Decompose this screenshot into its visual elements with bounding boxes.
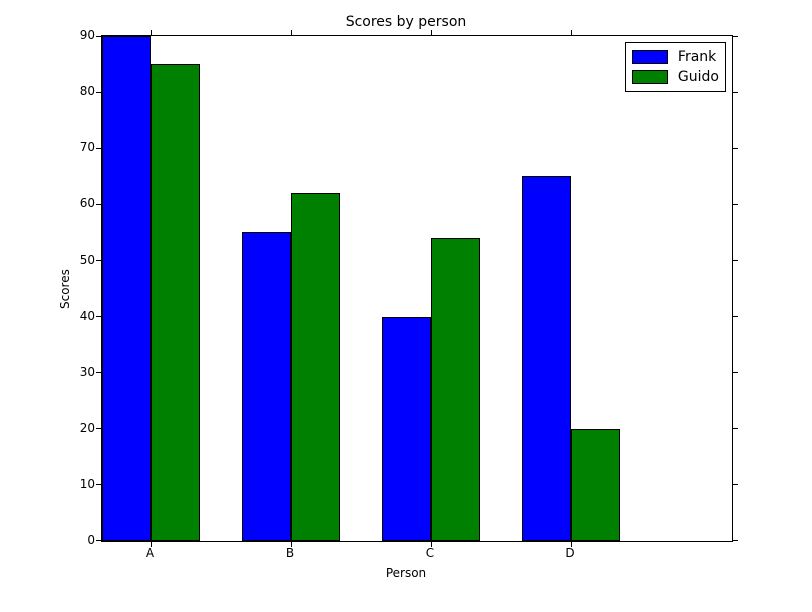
y-tick	[732, 428, 738, 429]
x-tick	[431, 30, 432, 36]
bar-frank-b	[242, 232, 291, 541]
x-tick	[571, 30, 572, 36]
y-tick-label: 50	[55, 253, 95, 267]
y-tick-label: 30	[55, 365, 95, 379]
y-tick-label: 0	[55, 533, 95, 547]
legend-swatch-guido	[632, 70, 668, 84]
legend-item-frank: Frank	[632, 47, 719, 67]
plot-area: Frank Guido	[101, 35, 733, 542]
bar-guido-d	[571, 429, 620, 541]
x-tick	[151, 30, 152, 36]
x-tick	[291, 30, 292, 36]
bar-frank-a	[102, 36, 151, 541]
legend-label: Frank	[678, 49, 716, 65]
y-tick	[732, 484, 738, 485]
y-tick	[732, 92, 738, 93]
x-tick-label: A	[120, 546, 180, 560]
y-axis-label: Scores	[58, 269, 72, 309]
bar-frank-c	[382, 317, 431, 541]
legend: Frank Guido	[625, 42, 726, 92]
x-tick-label: B	[260, 546, 320, 560]
y-tick-label: 10	[55, 477, 95, 491]
x-tick-label: C	[400, 546, 460, 560]
y-tick-label: 90	[55, 28, 95, 42]
y-tick-label: 80	[55, 84, 95, 98]
y-tick-label: 20	[55, 421, 95, 435]
y-tick	[732, 540, 738, 541]
bar-guido-c	[431, 238, 480, 541]
chart-title: Scores by person	[0, 14, 812, 30]
bar-frank-d	[522, 176, 571, 541]
bar-guido-b	[291, 193, 340, 541]
y-tick-label: 70	[55, 140, 95, 154]
legend-swatch-frank	[632, 50, 668, 64]
y-tick	[732, 148, 738, 149]
chart-figure: Scores by person Scores Person 0 10 20 3…	[0, 0, 812, 612]
legend-label: Guido	[678, 69, 719, 85]
y-tick	[732, 204, 738, 205]
x-axis-label: Person	[0, 566, 812, 580]
x-tick-label: D	[540, 546, 600, 560]
y-tick-label: 60	[55, 196, 95, 210]
y-tick	[732, 36, 738, 37]
y-tick-label: 40	[55, 309, 95, 323]
legend-item-guido: Guido	[632, 67, 719, 87]
bar-guido-a	[151, 64, 200, 541]
y-tick	[732, 316, 738, 317]
y-tick	[732, 372, 738, 373]
y-tick	[732, 260, 738, 261]
